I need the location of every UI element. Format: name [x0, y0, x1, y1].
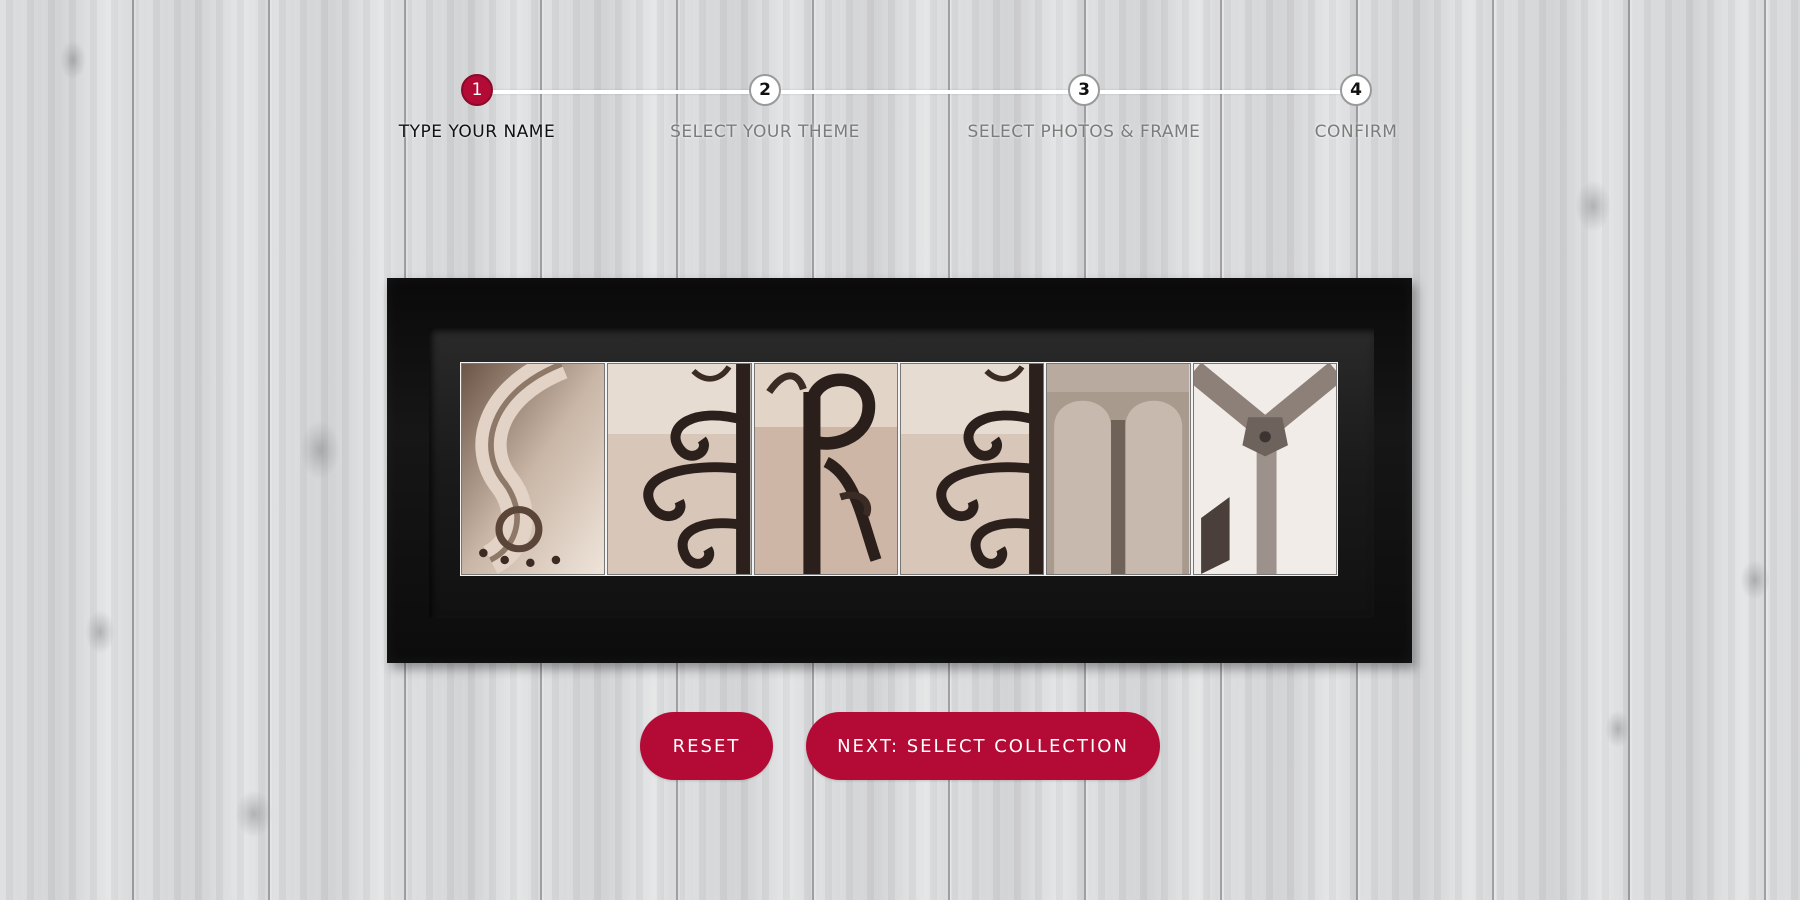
letter-tile-2 — [607, 363, 752, 575]
progress-stepper: 1 TYPE YOUR NAME 2 SELECT YOUR THEME 3 S… — [399, 72, 1400, 152]
step-label-1: TYPE YOUR NAME — [398, 122, 556, 142]
reset-button[interactable]: RESET — [640, 712, 773, 780]
step-number-3: 3 — [1068, 74, 1100, 106]
letter-tile-4 — [899, 363, 1045, 575]
letter-tile-1 — [460, 363, 606, 575]
wood-knot — [60, 40, 86, 80]
wood-knot — [300, 420, 340, 480]
step-4[interactable]: 4 CONFIRM — [1236, 72, 1476, 142]
step-1[interactable]: 1 TYPE YOUR NAME — [357, 72, 597, 142]
wood-knot — [1605, 710, 1631, 748]
framed-name-preview — [387, 278, 1412, 663]
letter-tile-5 — [1046, 363, 1191, 575]
wood-knot — [85, 610, 115, 654]
step-label-4: CONFIRM — [1314, 122, 1398, 142]
wood-knot — [1575, 180, 1611, 232]
step-number-4: 4 — [1340, 74, 1372, 106]
letter-photo-row — [460, 362, 1338, 576]
column-n-photo-icon — [1047, 364, 1190, 574]
step-3[interactable]: 3 SELECT PHOTOS & FRAME — [964, 72, 1204, 142]
stepper-track — [477, 90, 1357, 94]
wood-knot — [1740, 560, 1770, 600]
letter-tile-6 — [1192, 363, 1337, 575]
letter-tile-3 — [753, 363, 898, 575]
wood-knot — [235, 790, 273, 838]
step-number-1: 1 — [461, 74, 493, 106]
step-label-3: SELECT PHOTOS & FRAME — [967, 122, 1201, 142]
step-2[interactable]: 2 SELECT YOUR THEME — [645, 72, 885, 142]
next-select-collection-button[interactable]: NEXT: SELECT COLLECTION — [806, 712, 1160, 780]
step-number-2: 2 — [749, 74, 781, 106]
metal-y-photo-icon — [1193, 364, 1336, 574]
step-label-2: SELECT YOUR THEME — [670, 122, 860, 142]
scroll-s-photo-icon — [462, 364, 605, 574]
iron-scroll-e-photo-icon — [608, 364, 751, 574]
iron-scroll-e-photo-icon — [900, 364, 1044, 574]
iron-r-photo-icon — [754, 364, 897, 574]
